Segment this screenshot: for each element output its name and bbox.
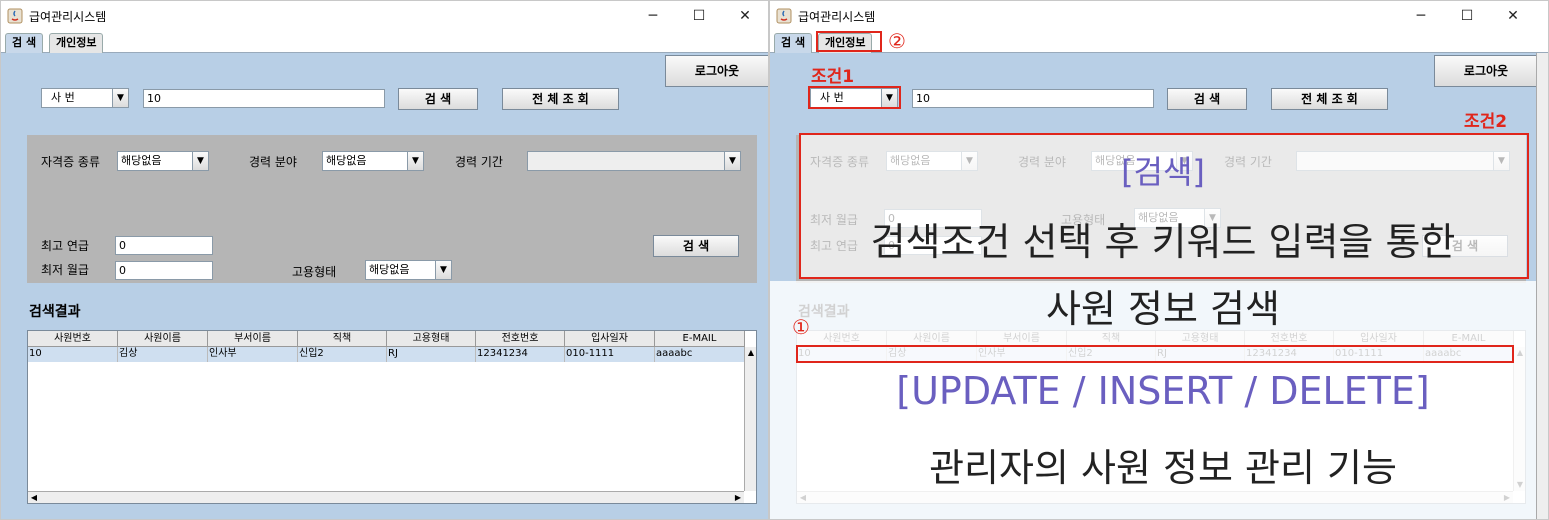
view-all-button[interactable]: 전 체 조 회 [1271,88,1388,110]
scroll-right-icon[interactable]: ▶ [732,492,744,504]
close-button[interactable]: ✕ [1490,1,1536,31]
tab-search[interactable]: 검 색 [774,33,813,53]
maximize-button[interactable]: ☐ [1444,1,1490,31]
keyword-input[interactable]: 10 [912,89,1154,108]
keyword-input[interactable]: 10 [143,89,385,108]
cell-email: aaaabc [655,347,745,362]
cert-label: 자격증 종류 [41,155,101,169]
main-content: 로그아웃 사 번 ▼ 10 검 색 전 체 조 회 자격증 종류 해당없음 ▼ … [1,53,768,519]
annotation-box-table-row [796,345,1514,363]
logout-button[interactable]: 로그아웃 [665,55,768,87]
annotation-box-personal-tab [816,31,882,52]
annotation-marker-2: ② [888,29,906,53]
column-header[interactable]: 사원이름 [118,331,208,347]
career-period-label: 경력 기간 [455,155,503,169]
employment-select-value: 해당없음 [369,263,410,276]
tab-strip: 검 색 개인정보 [1,31,768,53]
window-left: 급여관리시스템 ─ ☐ ✕ 검 색 개인정보 로그아웃 사 번 ▼ 10 검 색… [0,0,769,520]
window-title: 급여관리시스템 [29,10,107,24]
filter-panel: 자격증 종류 해당없음 ▼ 경력 분야 해당없음 ▼ 경력 기간 ▼ 최저 월급… [27,135,757,283]
annotation-condition-2: 조건2 [1464,112,1508,132]
dropdown-arrow-icon: ▼ [435,261,451,279]
column-header[interactable]: 입사일자 [565,331,655,347]
search-type-select[interactable]: 사 번 ▼ [41,88,129,108]
scroll-up-icon[interactable]: ▲ [745,347,757,359]
title-bar: 급여관리시스템 ─ ☐ ✕ [1,1,768,31]
maximize-button[interactable]: ☐ [676,1,722,31]
career-field-select[interactable]: 해당없음 ▼ [322,151,424,171]
java-app-icon [776,8,792,24]
cell-position: 신입2 [298,347,387,362]
cell-employment: RJ [387,347,476,362]
career-field-label: 경력 분야 [249,155,297,169]
column-header[interactable]: 부서이름 [208,331,298,347]
career-field-select-value: 해당없음 [326,154,367,167]
logout-button[interactable]: 로그아웃 [1434,55,1538,87]
vertical-scrollbar[interactable]: ▲ [744,347,756,491]
annotation-line-3: 사원 정보 검색 [1046,287,1280,331]
min-salary-label: 최저 월급 [41,263,89,277]
filter-search-button[interactable]: 검 색 [653,235,739,257]
column-header[interactable]: 전호번호 [476,331,565,347]
window-right: 급여관리시스템 ─ ☐ ✕ 검 색 개인정보 로그아웃 사 번 ▼ 10 검 색… [769,0,1549,520]
scroll-left-icon[interactable]: ◀ [28,492,40,504]
annotation-condition-1: 조건1 [811,67,855,87]
view-all-button[interactable]: 전 체 조 회 [502,88,619,110]
dropdown-arrow-icon: ▼ [407,152,423,170]
cell-phone: 12341234 [476,347,565,362]
search-button[interactable]: 검 색 [398,88,478,110]
column-header[interactable]: 사원번호 [28,331,118,347]
column-header[interactable]: 고용형태 [387,331,476,347]
results-title: 검색결과 [29,304,81,320]
table-row[interactable]: 10 김상 인사부 신입2 RJ 12341234 010-1111 aaaab… [28,347,745,362]
career-period-select[interactable]: ▼ [527,151,741,171]
table-header: 사원번호 사원이름 부서이름 직책 고용형태 전호번호 입사일자 E-MAIL [28,331,745,347]
annotation-line-1: [검색] [1121,153,1205,191]
title-bar: 급여관리시스템 ─ ☐ ✕ [770,1,1548,31]
results-table: 사원번호 사원이름 부서이름 직책 고용형태 전호번호 입사일자 E-MAIL … [27,330,757,504]
search-button[interactable]: 검 색 [1167,88,1247,110]
cell-emp-no: 10 [28,347,118,362]
cell-emp-name: 김상 [118,347,208,362]
minimize-button[interactable]: ─ [1398,1,1444,31]
window-title: 급여관리시스템 [798,10,876,24]
dropdown-arrow-icon: ▼ [724,152,740,170]
column-header[interactable]: E-MAIL [655,331,745,347]
cell-dept: 인사부 [208,347,298,362]
annotation-line-5: 관리자의 사원 정보 관리 기능 [929,446,1397,490]
cert-select[interactable]: 해당없음 ▼ [117,151,209,171]
annotation-line-2: 검색조건 선택 후 키워드 입력을 통한 [870,220,1456,264]
column-header[interactable]: 직책 [298,331,387,347]
search-type-value: 사 번 [51,91,75,104]
employment-select[interactable]: 해당없음 ▼ [365,260,452,280]
max-salary-input[interactable]: 0 [115,236,213,255]
cell-hire-date: 010-1111 [565,347,655,362]
dropdown-arrow-icon: ▼ [192,152,208,170]
min-salary-input[interactable]: 0 [115,261,213,280]
tab-search[interactable]: 검 색 [5,33,44,53]
dropdown-arrow-icon: ▼ [112,89,128,107]
java-app-icon [7,8,23,24]
minimize-button[interactable]: ─ [630,1,676,31]
horizontal-scrollbar[interactable]: ◀ ▶ [28,491,744,503]
employment-label: 고용형태 [292,265,337,279]
close-button[interactable]: ✕ [722,1,768,31]
tab-personal-info[interactable]: 개인정보 [49,33,104,53]
annotation-box-search-type [808,86,901,109]
tab-strip: 검 색 개인정보 [770,31,1548,53]
cert-select-value: 해당없음 [121,154,162,167]
annotation-line-4: [UPDATE / INSERT / DELETE] [896,369,1430,413]
max-salary-label: 최고 연급 [41,239,89,253]
